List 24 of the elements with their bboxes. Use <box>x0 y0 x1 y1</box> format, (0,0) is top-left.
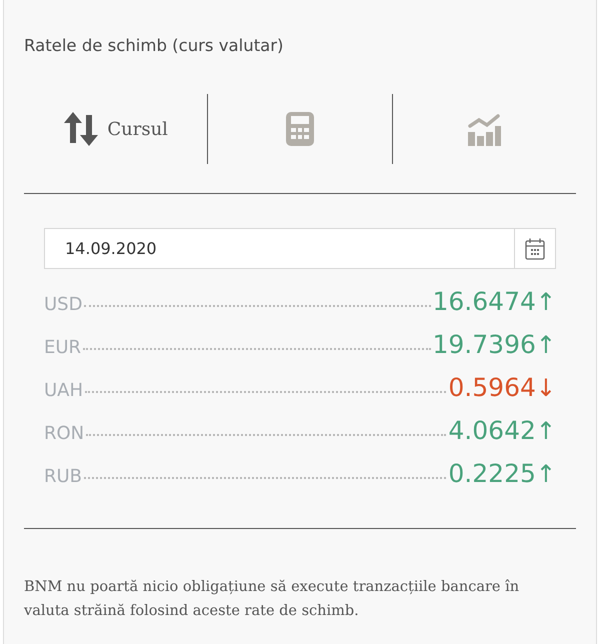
panel-title: Ratele de schimb (curs valutar) <box>24 36 284 55</box>
trend-arrow: ↑ <box>536 331 556 359</box>
disclaimer-text: BNM nu poartă nicio obligațiune să execute tranzacțiile bancare în valuta străină folosind aceste rate de schimb. <box>24 578 520 621</box>
up-down-arrows-icon <box>63 112 100 146</box>
rate-value: 0.2225 <box>448 459 536 488</box>
currency-code: RUB <box>44 466 82 487</box>
bar-chart-icon <box>467 112 502 146</box>
trend-arrow: ↓ <box>536 374 556 402</box>
date-field[interactable]: 14.09.2020 <box>44 228 514 269</box>
currency-code: USD <box>44 294 82 315</box>
rate-value: 4.0642 <box>448 416 536 445</box>
rate-value: 16.6474 <box>432 287 536 316</box>
trend-arrow: ↑ <box>536 288 556 316</box>
currency-code: UAH <box>44 380 84 401</box>
trend-arrow: ↑ <box>536 417 556 445</box>
calendar-icon <box>525 238 545 260</box>
currency-code: RON <box>44 423 84 444</box>
tab[interactable]: Cursul <box>24 106 208 152</box>
calculator-icon <box>286 112 314 146</box>
calendar-button[interactable] <box>514 228 556 269</box>
rate-value: 0.5964 <box>448 373 536 402</box>
trend-arrow: ↑ <box>536 460 556 488</box>
rate-value: 19.7396 <box>432 330 536 359</box>
currency-code: EUR <box>44 337 82 358</box>
